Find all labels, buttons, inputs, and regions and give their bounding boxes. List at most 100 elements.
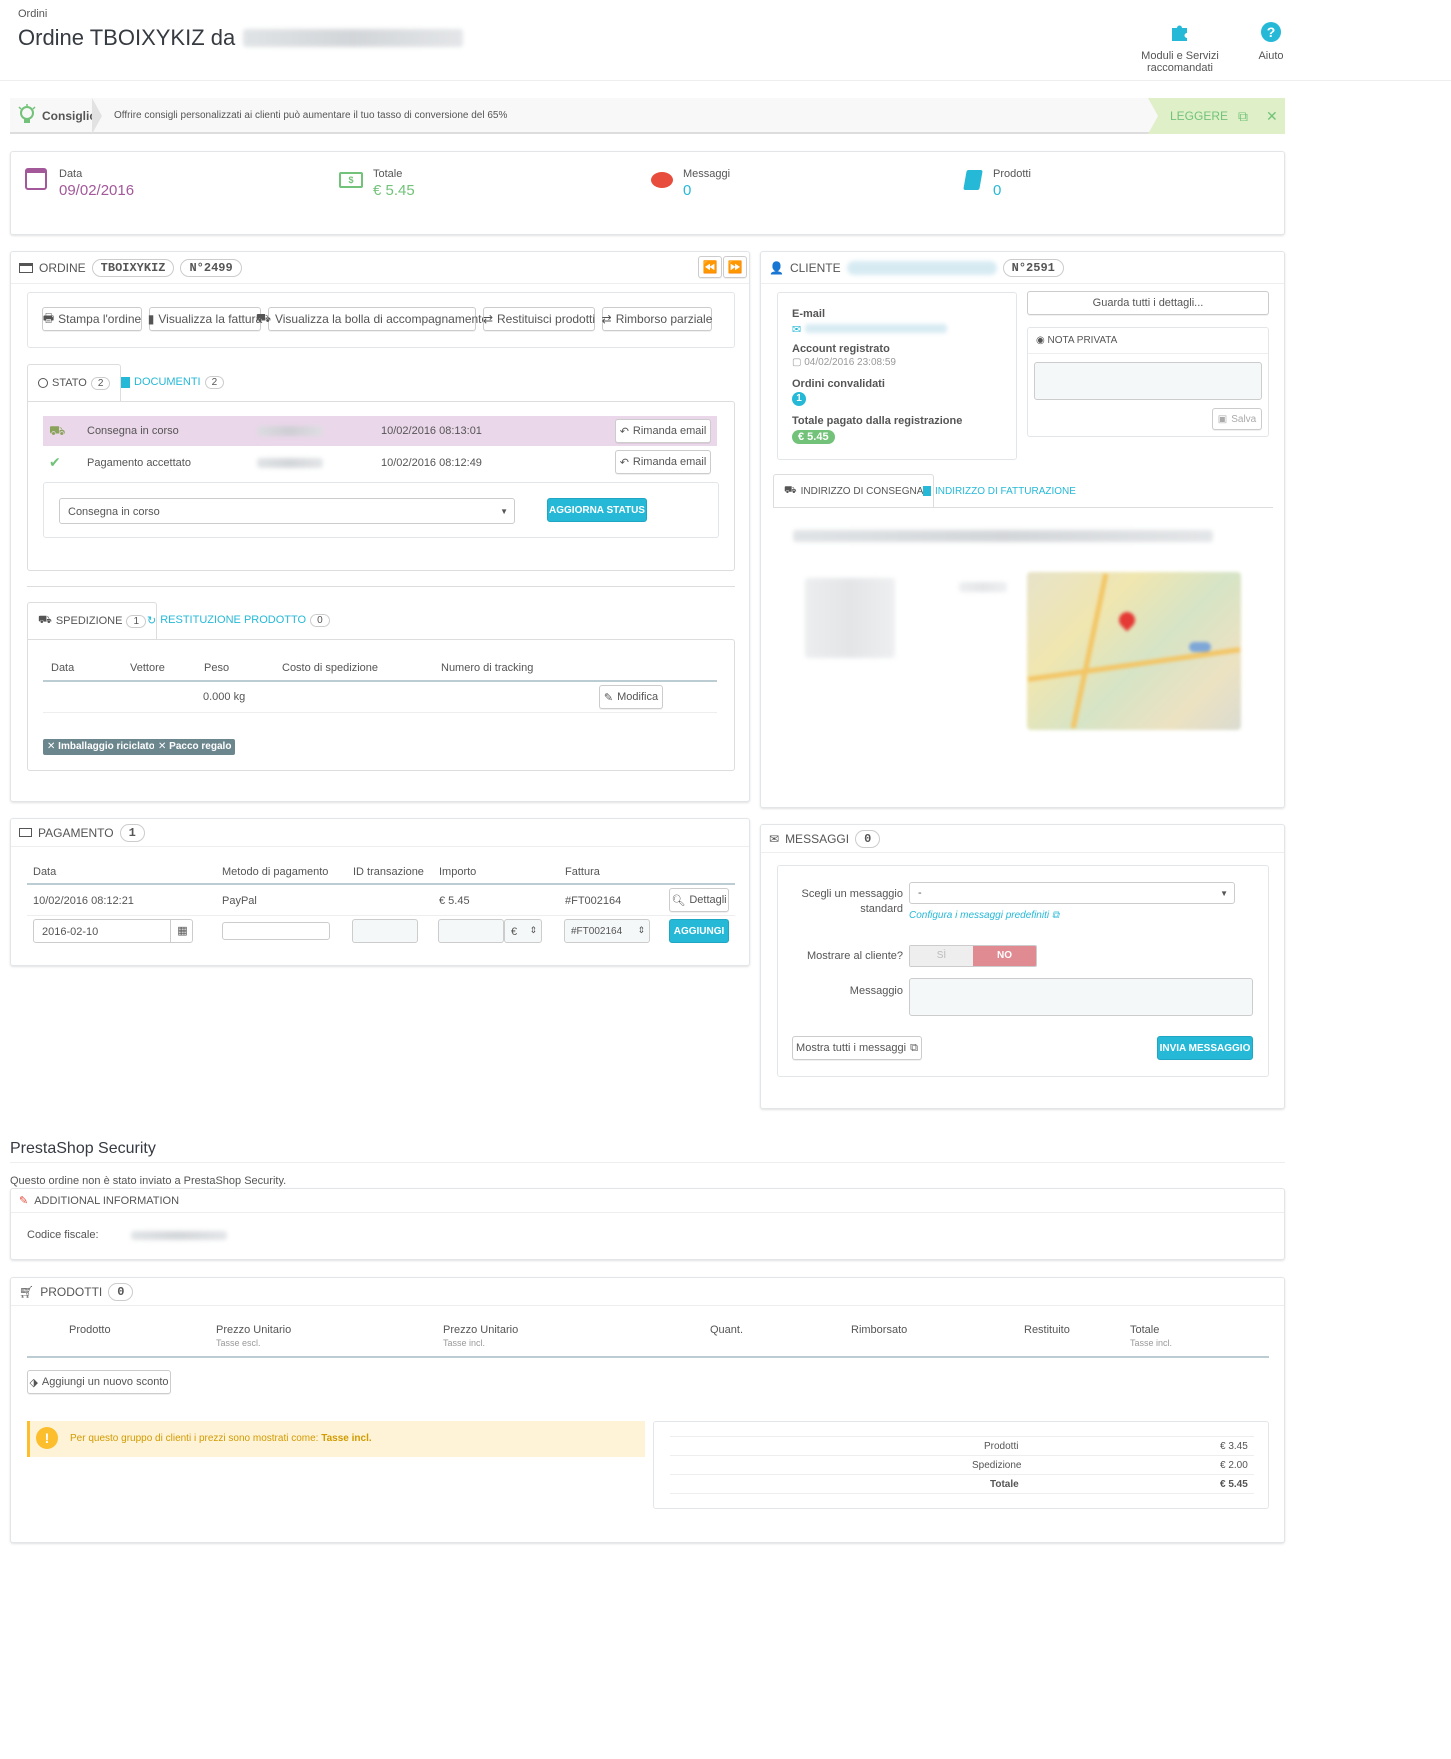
help-button[interactable]: ? Aiuto [1254, 22, 1288, 62]
close-icon[interactable]: ✕ [1266, 108, 1278, 125]
resend-email-button[interactable]: ↶ Rimanda email [615, 450, 711, 474]
update-status-button[interactable]: AGGIORNA STATUS [547, 498, 647, 522]
modules-button[interactable]: Moduli e Servizi raccomandati [1110, 22, 1250, 74]
order-label: ORDINE [39, 260, 86, 275]
tax-warning-text: Per questo gruppo di clienti i prezzi so… [70, 1433, 372, 1444]
order-panel: ORDINE TBOIXYKIZ N°2499 ⏪ ⏩ 🖶 Stampa l'or… [10, 251, 750, 802]
employee-name-blurred [257, 458, 323, 468]
payment-invoice: #FT002164 [565, 895, 622, 907]
message-textarea[interactable] [909, 978, 1253, 1016]
col-shipping-cost: Costo di spedizione [282, 662, 379, 674]
show-customer-label: Mostrare al cliente? [807, 950, 903, 962]
col-total: Totale Tasse incl. [1130, 1324, 1173, 1348]
page-title-text: Ordine TBOIXYKIZ da [18, 25, 236, 50]
email-blurred[interactable] [805, 324, 947, 333]
col-invoice: Fattura [565, 866, 600, 878]
history-status: Consegna in corso [87, 425, 179, 437]
breadcrumb[interactable]: Ordini [18, 8, 47, 20]
truck-icon: ⛟ [784, 484, 797, 496]
row-line [43, 712, 717, 713]
view-details-button[interactable]: Guarda tutti i dettagli... [1027, 291, 1269, 315]
show-all-messages-button[interactable]: Mostra tutti i messaggi ⧉ [792, 1036, 922, 1060]
visibility-toggle[interactable]: SÌ NO [909, 945, 1037, 967]
payment-date-input[interactable]: 2016-02-10 ▦ [33, 919, 193, 943]
customer-label: CLIENTE [789, 260, 841, 275]
kpi-total-label: Totale [373, 168, 403, 180]
user-icon: 👤 [769, 260, 784, 275]
customer-number: N°2591 [1002, 258, 1064, 277]
choose-message-label: Scegli un messaggio standard [801, 888, 903, 915]
tab-product-return[interactable]: ↻ RESTITUZIONE PRODOTTO 0 [137, 602, 340, 638]
prev-order-button[interactable]: ⏪ [698, 256, 722, 278]
col-carrier: Vettore [130, 662, 165, 674]
add-payment-button[interactable]: AGGIUNGI [669, 919, 729, 943]
payment-date: 10/02/2016 08:12:21 [33, 895, 134, 907]
edit-icon: ✎ [19, 1195, 29, 1207]
address-edit-blurred[interactable] [959, 582, 1007, 592]
status-select[interactable]: Consegna in corso ▼ [59, 498, 515, 524]
calendar-icon: ▢ [792, 357, 802, 368]
order-number: N°2499 [180, 258, 242, 277]
print-icon: 🖶 [42, 310, 55, 325]
kpi-messages-label: Messaggi [683, 168, 731, 180]
invoice-select[interactable]: #FT002164 ⇕ [564, 919, 650, 943]
currency-select[interactable]: € ⇕ [504, 919, 542, 943]
col-unit-price-tax-incl: Prezzo Unitario Tasse incl. [443, 1324, 519, 1348]
toggle-yes[interactable]: SÌ [910, 946, 973, 966]
tip-label: Consiglio [42, 109, 97, 123]
tab-documents[interactable]: DOCUMENTI 2 [111, 364, 234, 400]
transaction-id-input[interactable] [352, 919, 418, 943]
history-date: 10/02/2016 08:12:49 [381, 457, 482, 469]
tab-delivery-address[interactable]: ⛟ INDIRIZZO DI CONSEGNA [773, 474, 935, 508]
private-note-header: ◉ NOTA PRIVATA [1028, 328, 1268, 354]
reply-icon: ↶ [619, 456, 629, 469]
payment-method-input[interactable] [222, 922, 330, 940]
total-paid-value: € 5.45 [792, 429, 835, 444]
resend-email-button[interactable]: ↶ Rimanda email [615, 419, 711, 443]
row-line [27, 915, 735, 916]
row-line [670, 1436, 1254, 1437]
amount-input[interactable] [438, 919, 504, 943]
send-message-button[interactable]: INVIA MESSAGGIO [1157, 1036, 1253, 1060]
truck-icon: ⛟ [255, 311, 271, 325]
return-products-button[interactable]: ⇄ Restituisci prodotti [483, 307, 595, 331]
section-divider [27, 586, 735, 587]
address-select-blurred[interactable] [793, 530, 1213, 542]
view-delivery-slip-button[interactable]: ⛟ Visualizza la bolla di accompagnamento [256, 307, 488, 331]
customer-panel: 👤 CLIENTE N°2591 E-mail ✉ Account regist… [760, 251, 1285, 808]
help-icon: ? [1261, 22, 1281, 42]
tab-status[interactable]: STATO 2 [27, 364, 122, 402]
read-button[interactable]: LEGGERE ⧉ ✕ [1148, 98, 1285, 134]
edit-shipping-button[interactable]: ✎ Modifica [599, 685, 663, 709]
payment-panel: PAGAMENTO 1 Data Metodo di pagamento ID … [10, 818, 750, 966]
view-invoice-button[interactable]: ▮ Visualizza la fattura [148, 307, 262, 331]
cart-icon: 🛒︎ [19, 1284, 35, 1299]
add-discount-button[interactable]: ⬗ Aggiungi un nuovo sconto [27, 1370, 171, 1394]
tab-invoice-address[interactable]: INDIRIZZO DI FATTURAZIONE [913, 474, 1086, 508]
reply-icon: ↶ [619, 425, 629, 438]
save-note-button[interactable]: ▣ Salva [1212, 408, 1262, 430]
products-header: 🛒︎ PRODOTTI 0 [11, 1278, 1284, 1306]
configure-messages-link[interactable]: Configura i messaggi predefiniti ⧉ [909, 910, 1059, 921]
file-text-icon [121, 376, 130, 388]
credit-card-icon [19, 262, 33, 273]
page-title: Ordine TBOIXYKIZ da [18, 25, 464, 51]
col-product: Prodotto [69, 1324, 111, 1336]
modules-label: Moduli e Servizi raccomandati [1141, 50, 1219, 74]
toggle-no[interactable]: NO [973, 946, 1036, 966]
history-status: Pagamento accettato [87, 457, 191, 469]
private-note-textarea[interactable] [1034, 362, 1262, 400]
col-transaction-id: ID transazione [353, 866, 424, 878]
print-order-button[interactable]: 🖶 Stampa l'ordine [42, 307, 142, 331]
payment-details-button[interactable]: 🔍︎ Dettagli [669, 888, 729, 912]
partial-refund-button[interactable]: ⇄ Rimborso parziale [602, 307, 712, 331]
next-order-button[interactable]: ⏩ [723, 256, 747, 278]
map-pin-icon [1115, 608, 1139, 632]
standard-message-select[interactable]: - ▼ [909, 882, 1235, 904]
tip-bar: Consiglio Offrire consigli personalizzat… [10, 98, 1285, 134]
payment-header: PAGAMENTO 1 [11, 819, 749, 847]
calendar-icon[interactable]: ▦ [170, 920, 194, 942]
customer-name-blurred [846, 260, 997, 275]
map-image[interactable] [1027, 572, 1241, 730]
payment-method: PayPal [222, 895, 257, 907]
